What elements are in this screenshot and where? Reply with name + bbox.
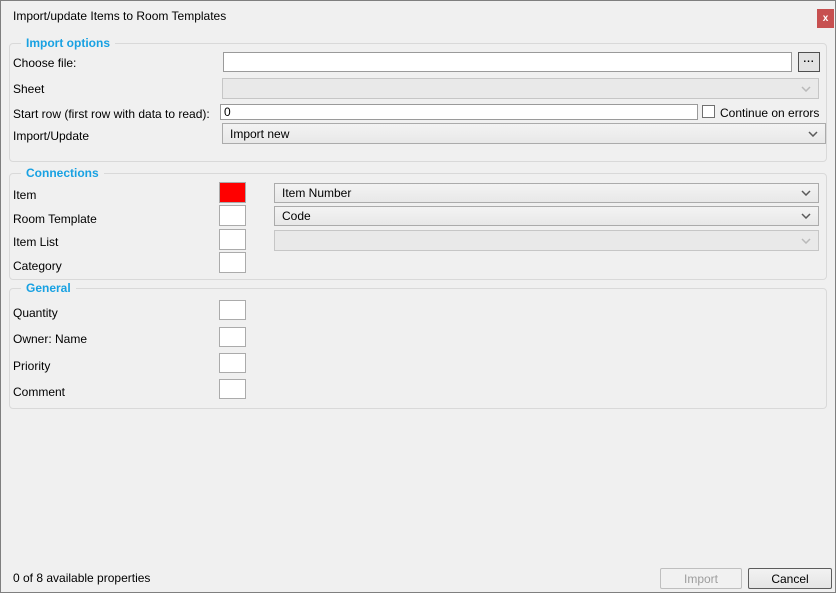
item-field-dropdown-value: Item Number xyxy=(282,186,351,200)
ellipsis-icon: ... xyxy=(803,55,814,65)
room-template-color-swatch[interactable] xyxy=(219,205,246,226)
chevron-down-icon xyxy=(801,86,811,92)
item-list-field-dropdown xyxy=(274,230,819,251)
chevron-down-icon xyxy=(801,213,811,219)
general-group: General xyxy=(9,288,827,409)
start-row-label: Start row (first row with data to read): xyxy=(13,107,210,121)
choose-file-label: Choose file: xyxy=(13,56,76,70)
close-icon: x xyxy=(823,14,829,24)
connections-title: Connections xyxy=(21,165,104,181)
general-title: General xyxy=(21,280,76,296)
category-color-swatch[interactable] xyxy=(219,252,246,273)
priority-label: Priority xyxy=(13,359,50,373)
import-update-dropdown[interactable]: Import new xyxy=(222,123,826,144)
cancel-button-label: Cancel xyxy=(771,572,808,586)
import-dialog-window: Import/update Items to Room Templates x … xyxy=(0,0,836,593)
comment-color-swatch[interactable] xyxy=(219,379,246,399)
quantity-color-swatch[interactable] xyxy=(219,300,246,320)
item-list-color-swatch[interactable] xyxy=(219,229,246,250)
item-list-label: Item List xyxy=(13,235,58,249)
import-update-dropdown-value: Import new xyxy=(230,127,289,141)
chevron-down-icon xyxy=(808,131,818,137)
window-title: Import/update Items to Room Templates xyxy=(13,1,226,31)
browse-file-button[interactable]: ... xyxy=(798,52,820,72)
choose-file-input[interactable] xyxy=(223,52,792,72)
continue-on-errors-label[interactable]: Continue on errors xyxy=(720,106,819,120)
cancel-button[interactable]: Cancel xyxy=(748,568,832,589)
owner-name-label: Owner: Name xyxy=(13,332,87,346)
sheet-dropdown xyxy=(222,78,819,99)
category-label: Category xyxy=(13,259,62,273)
room-template-field-dropdown-value: Code xyxy=(282,209,311,223)
import-button-label: Import xyxy=(684,572,718,586)
item-color-swatch[interactable] xyxy=(219,182,246,203)
item-field-dropdown[interactable]: Item Number xyxy=(274,183,819,203)
room-template-label: Room Template xyxy=(13,212,97,226)
room-template-field-dropdown[interactable]: Code xyxy=(274,206,819,226)
item-label: Item xyxy=(13,188,36,202)
close-button[interactable]: x xyxy=(817,9,834,28)
import-button: Import xyxy=(660,568,742,589)
import-update-label: Import/Update xyxy=(13,129,89,143)
quantity-label: Quantity xyxy=(13,306,58,320)
owner-name-color-swatch[interactable] xyxy=(219,327,246,347)
sheet-label: Sheet xyxy=(13,82,44,96)
chevron-down-icon xyxy=(801,238,811,244)
continue-on-errors-checkbox[interactable] xyxy=(702,105,715,118)
priority-color-swatch[interactable] xyxy=(219,353,246,373)
comment-label: Comment xyxy=(13,385,65,399)
start-row-input[interactable] xyxy=(220,104,698,120)
import-options-title: Import options xyxy=(21,35,115,51)
chevron-down-icon xyxy=(801,190,811,196)
titlebar[interactable]: Import/update Items to Room Templates x xyxy=(1,1,835,31)
status-text: 0 of 8 available properties xyxy=(13,571,150,585)
